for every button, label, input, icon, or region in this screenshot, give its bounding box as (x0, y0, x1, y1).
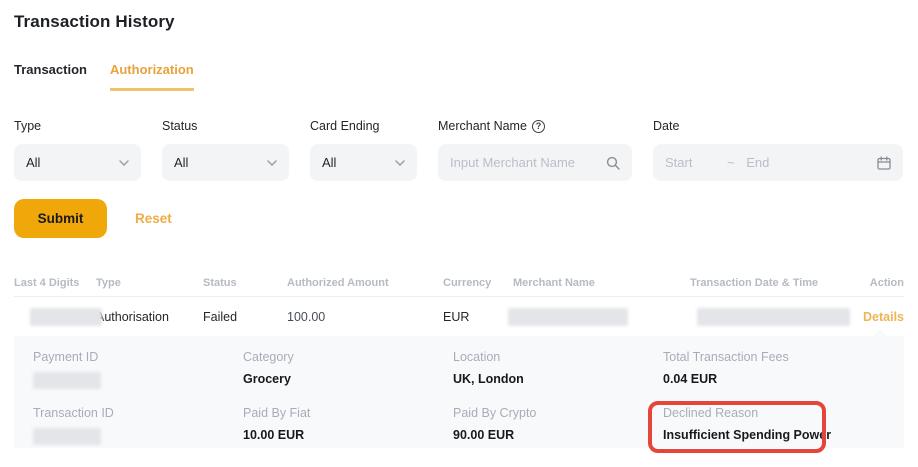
date-separator: ~ (727, 155, 871, 170)
field-declined-reason: Declined Reason Insufficient Spending Po… (663, 406, 873, 445)
authorization-table: Last 4 Digits Type Status Authorized Amo… (14, 270, 904, 336)
transaction-history-page: Transaction History Transaction Authoriz… (0, 12, 918, 448)
cell-datetime (690, 308, 860, 326)
type-select-value: All (26, 155, 119, 170)
merchant-name-field (438, 144, 632, 181)
redacted-merchant (508, 308, 628, 326)
cell-status: Failed (203, 310, 287, 324)
location-value: UK, London (453, 372, 663, 386)
field-total-transaction-fees: Total Transaction Fees 0.04 EUR (663, 350, 873, 389)
field-payment-id: Payment ID (33, 350, 243, 389)
page-title: Transaction History (14, 12, 904, 32)
merchant-name-input[interactable] (450, 155, 606, 170)
category-label: Category (243, 350, 453, 364)
fees-label: Total Transaction Fees (663, 350, 873, 364)
col-currency: Currency (443, 277, 513, 289)
transaction-id-label: Transaction ID (33, 406, 243, 420)
table-row: Authorisation Failed 100.00 EUR Details (14, 297, 904, 336)
card-ending-select[interactable]: All (310, 144, 417, 181)
field-category: Category Grocery (243, 350, 453, 389)
paid-by-fiat-value: 10.00 EUR (243, 428, 453, 442)
col-authorized-amount: Authorized Amount (287, 277, 443, 289)
field-location: Location UK, London (453, 350, 663, 389)
detail-grid: Payment ID Category Grocery Location UK,… (33, 350, 904, 445)
redacted-datetime (697, 308, 850, 326)
declined-reason-value: Insufficient Spending Power (663, 428, 873, 442)
filter-card-ending: Card Ending All (310, 119, 417, 181)
chevron-down-icon (267, 160, 277, 166)
col-transaction-date-time: Transaction Date & Time (690, 277, 860, 289)
question-circle-icon[interactable]: ? (532, 120, 545, 133)
filter-merchant-name: Merchant Name ? (438, 119, 632, 181)
col-type: Type (96, 277, 203, 289)
status-select[interactable]: All (162, 144, 289, 181)
field-transaction-id: Transaction ID (33, 406, 243, 445)
table-header-row: Last 4 Digits Type Status Authorized Amo… (14, 270, 904, 297)
cell-last4 (14, 308, 96, 326)
date-start-input[interactable] (665, 155, 725, 170)
filter-card-ending-label: Card Ending (310, 119, 417, 133)
col-status: Status (203, 277, 287, 289)
filter-status-label: Status (162, 119, 289, 133)
calendar-icon[interactable] (877, 156, 891, 170)
col-merchant-name: Merchant Name (513, 277, 690, 289)
chevron-down-icon (395, 160, 405, 166)
filter-type-label: Type (14, 119, 141, 133)
field-paid-by-crypto: Paid By Crypto 90.00 EUR (453, 406, 663, 445)
declined-reason-label: Declined Reason (663, 406, 873, 420)
cell-merchant (513, 308, 690, 326)
filter-type: Type All (14, 119, 141, 181)
cell-currency: EUR (443, 310, 513, 324)
date-end-input[interactable] (746, 155, 806, 170)
card-ending-select-value: All (322, 155, 395, 170)
chevron-down-icon (119, 160, 129, 166)
submit-button[interactable]: Submit (14, 199, 107, 238)
type-select[interactable]: All (14, 144, 141, 181)
tab-bar: Transaction Authorization (14, 62, 904, 91)
fees-value: 0.04 EUR (663, 372, 873, 386)
filter-status: Status All (162, 119, 289, 181)
field-paid-by-fiat: Paid By Fiat 10.00 EUR (243, 406, 453, 445)
tab-transaction[interactable]: Transaction (14, 62, 87, 91)
expanded-detail-panel: Payment ID Category Grocery Location UK,… (14, 336, 904, 448)
location-label: Location (453, 350, 663, 364)
col-action: Action (860, 277, 904, 289)
filter-merchant-label-text: Merchant Name (438, 119, 527, 133)
date-range-field: ~ (653, 144, 903, 181)
redacted-transaction-id (33, 428, 101, 445)
paid-by-crypto-label: Paid By Crypto (453, 406, 663, 420)
search-icon[interactable] (606, 156, 620, 170)
col-last-4-digits: Last 4 Digits (14, 277, 96, 289)
cell-type: Authorisation (96, 310, 203, 324)
payment-id-label: Payment ID (33, 350, 243, 364)
paid-by-crypto-value: 90.00 EUR (453, 428, 663, 442)
filter-actions: Submit Reset (14, 199, 904, 238)
paid-by-fiat-label: Paid By Fiat (243, 406, 453, 420)
redacted-payment-id (33, 372, 101, 389)
panel-caret (872, 329, 888, 337)
filter-date: Date ~ (653, 119, 903, 181)
filter-date-label: Date (653, 119, 903, 133)
redacted-last4 (30, 308, 102, 326)
filter-bar: Type All Status All Card Ending All (14, 119, 904, 181)
cell-authorized-amount: 100.00 (287, 310, 443, 324)
tab-authorization[interactable]: Authorization (110, 62, 194, 91)
reset-button[interactable]: Reset (135, 211, 172, 226)
category-value: Grocery (243, 372, 453, 386)
status-select-value: All (174, 155, 267, 170)
details-link[interactable]: Details (863, 310, 904, 324)
filter-merchant-label: Merchant Name ? (438, 119, 632, 133)
